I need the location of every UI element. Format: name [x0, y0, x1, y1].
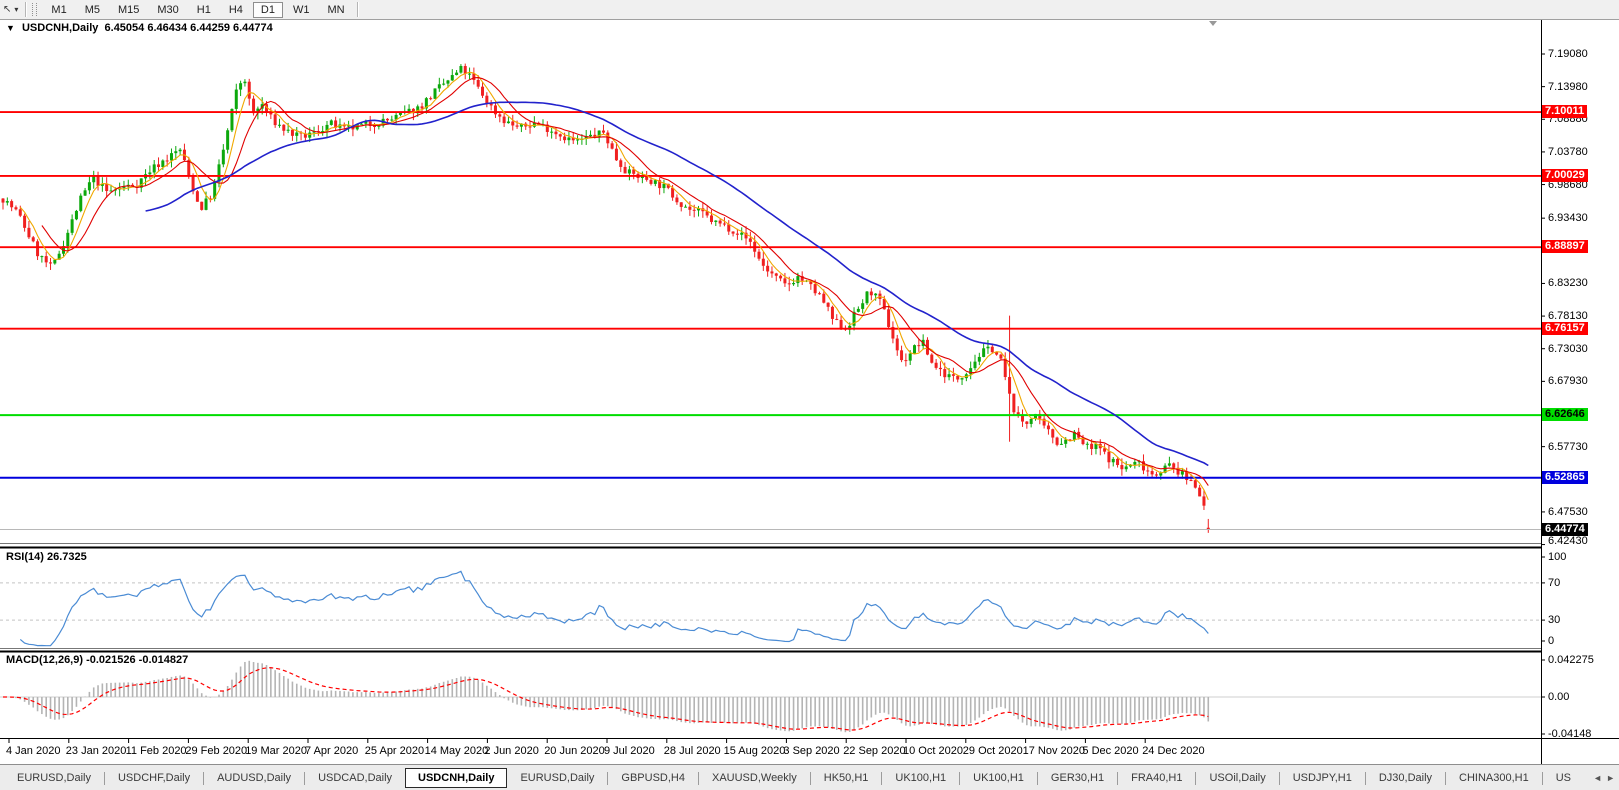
date-axis-label: 11 Feb 2020 [125, 745, 187, 757]
symbol-tab-dj30-daily[interactable]: DJ30,Daily [1366, 768, 1445, 788]
symbol-tab-usdchf-daily[interactable]: USDCHF,Daily [105, 768, 203, 788]
timeframe-button-d1[interactable]: D1 [252, 1, 283, 18]
price-axis-tick: 7.13980 [1548, 80, 1588, 93]
symbol-tab-usdcad-daily[interactable]: USDCAD,Daily [305, 768, 405, 788]
date-axis-label: 2 Jun 2020 [484, 745, 539, 757]
rsi-axis-tick: 30 [1548, 614, 1561, 627]
title-caret-icon[interactable]: ▼ [6, 23, 15, 33]
timeframe-group: M1 M5 M15 M30 H1 H4 D1 W1 MN [42, 1, 353, 18]
rsi-axis-tick: 70 [1548, 576, 1561, 589]
date-axis-label: 23 Jan 2020 [65, 745, 127, 757]
timeframe-button-h1[interactable]: H1 [189, 2, 219, 18]
date-axis-label: 24 Dec 2020 [1142, 745, 1205, 757]
symbol-tab-china300-h1[interactable]: CHINA300,H1 [1446, 768, 1542, 788]
date-axis-label: 7 Apr 2020 [305, 745, 359, 757]
date-axis-label: 3 Sep 2020 [783, 745, 840, 757]
symbol-tab-gbpusd-h4[interactable]: GBPUSD,H4 [608, 768, 698, 788]
date-axis-label: 9 Jul 2020 [604, 745, 655, 757]
tabs-scroll-left-icon[interactable]: ◄ [1593, 773, 1602, 783]
timeframe-toolbar: ↖ ▾ M1 M5 M15 M30 H1 H4 D1 W1 MN [0, 0, 1619, 20]
symbol-tab-usoil-daily[interactable]: USOil,Daily [1196, 768, 1278, 788]
tabs-scroll-right-icon[interactable]: ► [1606, 773, 1615, 783]
price-level-badge: 6.52865 [1542, 470, 1588, 484]
date-axis-label: 17 Nov 2020 [1022, 745, 1085, 757]
date-axis-label: 4 Jan 2020 [6, 745, 61, 757]
chart-tabs-bar: EURUSD,Daily USDCHF,Daily AUDUSD,Daily USDC… [0, 764, 1619, 790]
date-axis-label: 15 Aug 2020 [723, 745, 786, 757]
symbol-tab-uk100-h1[interactable]: UK100,H1 [882, 768, 959, 788]
price-axis-tick: 6.42430 [1548, 535, 1588, 547]
macd-axis-tick: -0.04148 [1548, 728, 1592, 740]
chart-canvas[interactable] [0, 0, 1619, 790]
price-axis-tick: 6.47530 [1548, 505, 1588, 518]
symbol-tab-ger30-h1[interactable]: GER30,H1 [1038, 768, 1117, 788]
timeframe-button-h4[interactable]: H4 [221, 2, 251, 18]
ohlc-high: 6.46434 [147, 22, 188, 34]
timeframe-button-mn[interactable]: MN [319, 2, 352, 18]
chart-tabs: EURUSD,Daily USDCHF,Daily AUDUSD,Daily USDC… [0, 765, 1589, 790]
rsi-axis-tick: 0 [1548, 635, 1555, 647]
symbol-tab-uk100-h1[interactable]: UK100,H1 [960, 768, 1037, 788]
price-level-badge: 6.62646 [1542, 408, 1588, 422]
toolbar-divider [356, 2, 359, 17]
cursor-tool-caret-icon[interactable]: ▾ [14, 5, 22, 14]
symbol-tab-eurusd-daily[interactable]: EURUSD,Daily [507, 768, 607, 788]
date-axis-label: 28 Jul 2020 [663, 745, 721, 757]
price-axis-tick: 6.57730 [1548, 440, 1588, 453]
price-level-badge: 6.76157 [1542, 321, 1588, 335]
timeframe-button-m15[interactable]: M15 [110, 2, 147, 18]
date-axis-label: 14 May 2020 [424, 745, 489, 757]
chart-title: ▼ USDCNH,Daily 6.45054 6.46434 6.44259 6… [6, 22, 273, 34]
toolbar-divider [25, 2, 28, 17]
price-level-badge: 7.10011 [1542, 105, 1588, 119]
symbol-tab-audusd-daily[interactable]: AUDUSD,Daily [204, 768, 304, 788]
price-axis-tick: 6.93430 [1548, 212, 1588, 225]
date-axis-label: 19 Mar 2020 [245, 745, 307, 757]
price-axis-tick: 7.19080 [1548, 48, 1588, 60]
price-axis-tick: 6.67930 [1548, 375, 1588, 388]
symbol-tab-eurusd-daily[interactable]: EURUSD,Daily [4, 768, 104, 788]
symbol-tab-usdcnh-daily[interactable]: USDCNH,Daily [405, 768, 508, 788]
symbol-tab-us[interactable]: US [1543, 768, 1584, 788]
date-axis-label: 10 Oct 2020 [903, 745, 963, 757]
timeframe-button-m30[interactable]: M30 [149, 2, 186, 18]
price-level-badge: 6.44774 [1542, 522, 1588, 536]
macd-axis-tick: 0.00 [1548, 691, 1570, 703]
rsi-label: RSI(14) 26.7325 [6, 551, 87, 563]
date-axis-label: 29 Feb 2020 [185, 745, 248, 757]
price-axis-tick: 6.73030 [1548, 342, 1588, 355]
timeframe-button-w1[interactable]: W1 [285, 2, 318, 18]
timeframe-button-m5[interactable]: M5 [77, 2, 108, 18]
chart-symbol-label: USDCNH,Daily [21, 22, 99, 34]
trading-platform-window: ↖ ▾ M1 M5 M15 M30 H1 H4 D1 W1 MN ▼ USDCNH,Daily … [0, 0, 1619, 790]
cursor-tool-icon[interactable]: ↖ [0, 4, 14, 15]
rsi-axis-tick: 100 [1548, 551, 1567, 563]
date-axis-label: 20 Jun 2020 [544, 745, 605, 757]
date-axis-label: 29 Oct 2020 [962, 745, 1023, 757]
price-axis-tick: 6.83230 [1548, 277, 1588, 290]
ohlc-open: 6.45054 [104, 22, 145, 34]
toolbar-grip[interactable] [32, 3, 38, 16]
price-level-badge: 6.88897 [1542, 240, 1588, 254]
timeframe-button-m1[interactable]: M1 [43, 2, 74, 18]
symbol-tab-hk50-h1[interactable]: HK50,H1 [811, 768, 882, 788]
date-axis-label: 5 Dec 2020 [1082, 745, 1139, 757]
symbol-tab-xauusd-weekly[interactable]: XAUUSD,Weekly [699, 768, 810, 788]
ohlc-low: 6.44259 [190, 22, 230, 34]
symbol-tab-usdjpy-h1[interactable]: USDJPY,H1 [1280, 768, 1365, 788]
date-axis-label: 22 Sep 2020 [843, 745, 906, 757]
date-axis-label: 25 Apr 2020 [364, 745, 425, 757]
price-level-badge: 7.00029 [1542, 168, 1588, 182]
ohlc-close: 6.44774 [233, 22, 273, 34]
price-axis-tick: 6.78130 [1548, 310, 1588, 323]
macd-label: MACD(12,26,9) -0.021526 -0.014827 [6, 654, 189, 666]
price-axis-tick: 7.03780 [1548, 145, 1588, 158]
symbol-tab-fra40-h1[interactable]: FRA40,H1 [1118, 768, 1195, 788]
macd-axis-tick: 0.042275 [1548, 654, 1594, 666]
